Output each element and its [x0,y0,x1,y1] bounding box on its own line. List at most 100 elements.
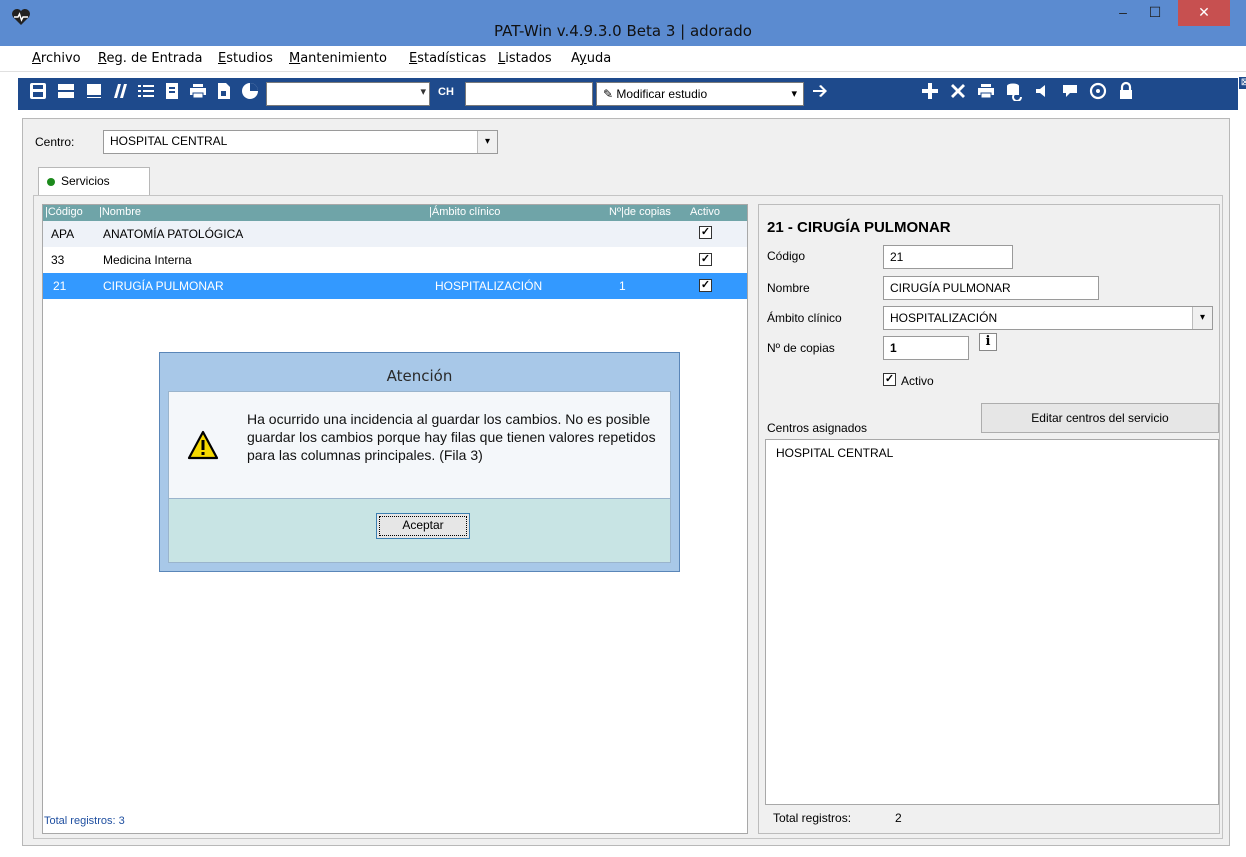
dialog-message: Ha ocurrido una incidencia al guardar lo… [247,411,656,463]
column-header-nombre[interactable]: |Nombre [99,206,141,218]
edit-icon[interactable] [108,81,132,107]
ch-input[interactable] [465,82,593,106]
column-header-copias[interactable]: Nº|de copias [609,206,671,218]
database-refresh-icon[interactable] [1002,81,1026,107]
activo-checkbox[interactable]: ✓ [883,373,896,386]
speaker-icon[interactable] [1030,81,1054,107]
pie-chart-icon[interactable] [238,81,262,107]
accept-button[interactable]: Aceptar [376,513,470,539]
centros-asignados-label: Centros asignados [767,421,868,435]
chevron-down-icon: ▾ [420,86,426,98]
column-header-ambito[interactable]: |Ámbito clínico [429,206,500,218]
pencil-icon: ✎ [603,87,614,101]
menu-archivo[interactable]: Archivo [32,51,81,66]
detail-total-label: Total registros: [773,811,852,825]
menu-estudios[interactable]: Estudios [218,51,273,66]
window-title: PAT-Win v.4.9.3.0 Beta 3 | adorado [494,22,752,40]
copias-value: 1 [890,341,897,355]
tab-servicios[interactable]: Servicios [38,167,150,195]
cell-codigo: APA [51,227,75,241]
comment-icon[interactable] [1058,81,1082,107]
menu-ayuda[interactable]: Ayuda [571,51,611,66]
grid-total-records: Total registros: 3 [44,815,125,827]
detail-header: 21 - CIRUGÍA PULMONAR [767,219,951,236]
warning-icon [187,430,219,460]
cell-copias: 1 [619,279,626,293]
nombre-label: Nombre [767,281,810,295]
table-row[interactable]: 33 Medicina Interna ✓ [43,247,747,273]
print-icon[interactable] [974,81,998,107]
ambito-value: HOSPITALIZACIÓN [890,311,998,325]
dialog-title: Atención [386,367,453,385]
menu-bar: Archivo Reg. de Entrada Estudios Manteni… [0,46,1246,72]
save-icon[interactable] [26,81,50,107]
activo-checkbox[interactable]: ✓ [699,226,712,239]
cell-codigo: 21 [53,279,67,293]
codigo-field[interactable]: 21 [883,245,1013,269]
list-icon[interactable] [134,81,158,107]
toolbar: ▾ CH ✎ Modificar estudio ▾ ⊠ [18,76,1246,110]
grid-header: |Código |Nombre |Ámbito clínico Nº|de co… [43,205,747,221]
cell-codigo: 33 [51,253,65,267]
list-item[interactable]: HOSPITAL CENTRAL [776,446,893,460]
centro-label: Centro: [35,135,75,149]
title-bar: PAT-Win v.4.9.3.0 Beta 3 | adorado – ☐ ✕ [0,0,1246,46]
detail-panel: 21 - CIRUGÍA PULMONAR Código 21 Nombre C… [758,204,1220,834]
menu-mantenimiento[interactable]: Mantenimiento [289,51,387,66]
lock-icon[interactable] [1114,81,1138,107]
centro-select[interactable]: HOSPITAL CENTRAL ▾ [103,130,498,154]
activo-checkbox[interactable]: ✓ [699,279,712,292]
column-header-activo[interactable]: Activo [690,206,720,218]
codigo-label: Código [767,249,806,263]
plus-icon[interactable] [918,81,942,107]
cell-nombre: ANATOMÍA PATOLÓGICA [103,227,244,241]
table-row[interactable]: APA ANATOMÍA PATOLÓGICA ✓ [43,221,747,247]
chevron-down-icon: ▾ [1192,307,1212,329]
minimize-button[interactable]: – [1108,0,1138,26]
edit-centros-button[interactable]: Editar centros del servicio [981,403,1219,433]
menu-reg-entrada[interactable]: Reg. de Entrada [98,51,202,66]
cell-nombre: CIRUGÍA PULMONAR [103,279,224,293]
detail-total-value: 2 [895,811,902,825]
nombre-value: CIRUGÍA PULMONAR [890,281,1011,295]
centro-value: HOSPITAL CENTRAL [110,134,228,148]
close-toolbar-icon[interactable]: ⊠ [1238,76,1246,90]
tab-servicios-label: Servicios [61,174,110,188]
copias-field[interactable]: 1 [883,336,969,360]
maximize-button[interactable]: ☐ [1140,0,1170,26]
drawer-icon[interactable] [54,81,78,107]
nombre-field[interactable]: CIRUGÍA PULMONAR [883,276,1099,300]
chevron-down-icon: ▾ [791,88,797,100]
ambito-select[interactable]: HOSPITALIZACIÓN ▾ [883,306,1213,330]
modify-study-label: Modificar estudio [616,87,708,101]
status-dot-icon [47,178,55,186]
toolbar-search-combo[interactable]: ▾ [266,82,430,106]
dialog-body: Ha ocurrido una incidencia al guardar lo… [168,391,671,499]
document-icon[interactable] [212,81,236,107]
attention-dialog: Atención Ha ocurrido una incidencia al g… [159,352,680,572]
cell-ambito: HOSPITALIZACIÓN [435,279,543,293]
column-header-codigo[interactable]: |Código [45,206,83,218]
table-row-selected[interactable]: 21 CIRUGÍA PULMONAR HOSPITALIZACIÓN 1 ✓ [43,273,747,299]
activo-label: Activo [901,374,934,388]
sync-icon[interactable] [1086,81,1110,107]
ch-label: CH [438,86,454,98]
delete-icon[interactable] [946,81,970,107]
book-icon[interactable] [82,81,106,107]
activo-checkbox[interactable]: ✓ [699,253,712,266]
codigo-value: 21 [890,250,904,264]
ambito-label: Ámbito clínico [767,311,842,325]
menu-estadisticas[interactable]: Estadísticas [409,51,486,66]
arrow-right-icon[interactable] [808,81,832,107]
cell-nombre: Medicina Interna [103,253,192,267]
report-icon[interactable] [160,81,184,107]
chevron-down-icon: ▾ [477,131,497,153]
close-window-button[interactable]: ✕ [1178,0,1230,26]
dialog-footer: Aceptar [168,499,671,563]
copias-label: Nº de copias [767,341,835,355]
menu-listados[interactable]: Listados [498,51,552,66]
print-icon[interactable] [186,81,210,107]
info-icon[interactable]: i [979,333,997,351]
modify-study-combo[interactable]: ✎ Modificar estudio ▾ [596,82,804,106]
centros-list[interactable]: HOSPITAL CENTRAL [765,439,1219,805]
